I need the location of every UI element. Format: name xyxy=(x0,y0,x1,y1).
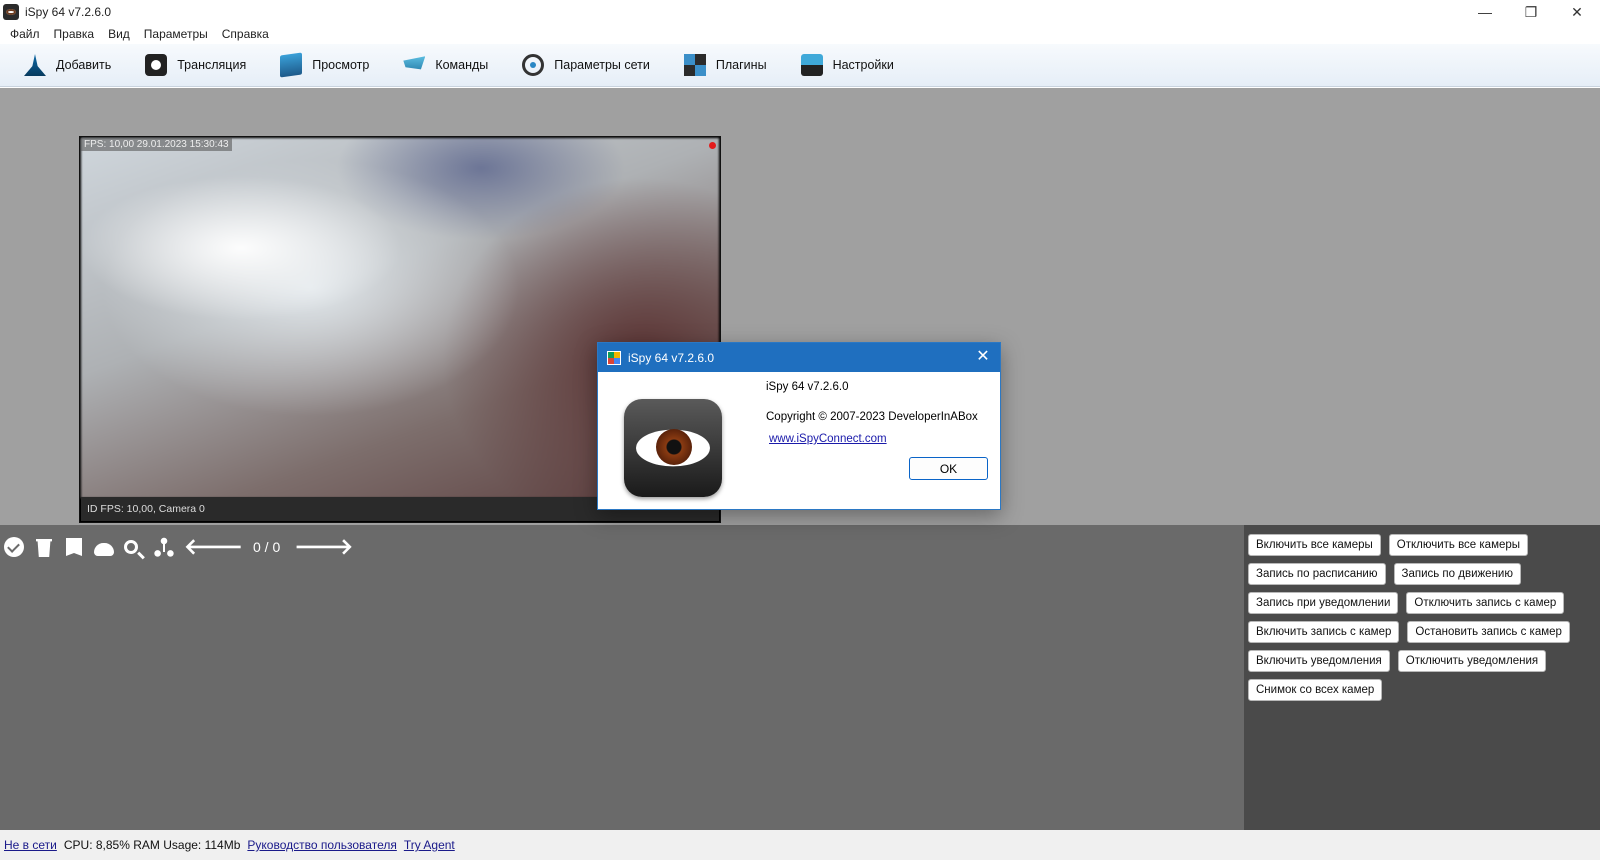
toolbar-add-label: Добавить xyxy=(56,58,112,72)
close-button[interactable]: ✕ xyxy=(1554,0,1600,24)
offline-status-link[interactable]: Не в сети xyxy=(4,838,57,852)
disable-recording-button[interactable]: Отключить запись с камер xyxy=(1406,592,1565,614)
actions-row: Включить все камеры Отключить все камеры xyxy=(1248,534,1536,556)
toolbar-settings-label: Настройки xyxy=(832,58,894,72)
toolbar-broadcast-label: Трансляция xyxy=(177,58,247,72)
actions-row: Снимок со всех камер xyxy=(1248,679,1390,701)
dialog-close-button[interactable]: ✕ xyxy=(974,348,992,366)
disable-alerts-button[interactable]: Отключить уведомления xyxy=(1397,650,1547,672)
dialog-copyright: Copyright © 2007-2023 DeveloperInABox xyxy=(766,411,978,423)
title-bar: iSpy 64 v7.2.6.0 — ❐ ✕ xyxy=(0,0,1600,24)
toolbar-network-button[interactable]: Параметры сети xyxy=(522,54,650,76)
motion-recording-button[interactable]: Запись по движению xyxy=(1393,563,1521,585)
snapshot-all-button[interactable]: Снимок со всех камер xyxy=(1248,679,1383,701)
camera-actions-panel: Включить все камеры Отключить все камеры… xyxy=(1244,525,1600,830)
add-icon xyxy=(24,54,46,76)
window-controls: — ❐ ✕ xyxy=(1462,0,1600,24)
toolbar-view-button[interactable]: Просмотр xyxy=(280,52,370,78)
menu-bar: Файл Правка Вид Параметры Справка xyxy=(0,24,1600,44)
previous-arrow-icon[interactable]: 🡐 xyxy=(184,536,243,558)
commands-icon xyxy=(403,56,426,70)
page-counter: 0 / 0 xyxy=(253,539,281,555)
schedule-recording-button[interactable]: Запись по расписанию xyxy=(1248,563,1386,585)
toolbar-commands-button[interactable]: Команды xyxy=(403,54,488,76)
actions-row: Запись по расписанию Запись по движению xyxy=(1248,563,1529,585)
alert-recording-button[interactable]: Запись при уведомлении xyxy=(1248,592,1399,614)
disable-all-cameras-button[interactable]: Отключить все камеры xyxy=(1388,534,1529,556)
media-panel: 🡐 0 / 0 🡒 Включить все камеры Отключить … xyxy=(0,525,1600,830)
media-toolbar: 🡐 0 / 0 🡒 xyxy=(4,535,363,559)
bookmark-icon[interactable] xyxy=(66,538,82,556)
next-arrow-icon[interactable]: 🡒 xyxy=(294,536,353,558)
menu-help[interactable]: Справка xyxy=(215,27,276,41)
share-tree-icon[interactable] xyxy=(154,537,174,557)
menu-view[interactable]: Вид xyxy=(101,27,137,41)
restore-button[interactable]: ❐ xyxy=(1508,0,1554,24)
toolbar-settings-button[interactable]: Настройки xyxy=(800,54,894,76)
menu-file[interactable]: Файл xyxy=(3,27,47,41)
toolbar-commands-label: Команды xyxy=(435,58,489,72)
about-dialog: iSpy 64 v7.2.6.0 ✕ iSpy 64 v7.2.6.0 Copy… xyxy=(597,342,1001,510)
dialog-title: iSpy 64 v7.2.6.0 xyxy=(628,350,715,365)
camera-fps-timestamp: FPS: 10,00 29.01.2023 15:30:43 xyxy=(81,138,232,151)
cloud-upload-icon[interactable] xyxy=(94,542,114,556)
delete-icon[interactable] xyxy=(36,539,52,557)
toolbar-plugins-button[interactable]: Плагины xyxy=(683,54,767,76)
ispy-logo-icon xyxy=(624,399,722,497)
toolbar-plugins-label: Плагины xyxy=(715,58,767,72)
plugins-icon xyxy=(683,54,706,76)
minimize-button[interactable]: — xyxy=(1462,0,1508,24)
dialog-ok-button[interactable]: OK xyxy=(909,457,988,480)
stop-recording-button[interactable]: Остановить запись с камер xyxy=(1407,621,1570,643)
toolbar-broadcast-button[interactable]: Трансляция xyxy=(145,54,246,76)
start-recording-button[interactable]: Включить запись с камер xyxy=(1248,621,1400,643)
resource-usage: CPU: 8,85% RAM Usage: 114Mb xyxy=(63,838,241,852)
toolbar-add-button[interactable]: Добавить xyxy=(24,54,111,76)
try-agent-link[interactable]: Try Agent xyxy=(404,838,455,852)
main-toolbar: Добавить Трансляция Просмотр Команды Пар… xyxy=(0,44,1600,87)
dialog-version: iSpy 64 v7.2.6.0 xyxy=(766,381,849,393)
dialog-title-bar: iSpy 64 v7.2.6.0 ✕ xyxy=(598,343,1000,372)
eye-iris xyxy=(656,429,692,465)
actions-row: Запись при уведомлении Отключить запись … xyxy=(1248,592,1572,614)
dialog-website-link[interactable]: www.iSpyConnect.com xyxy=(769,433,887,445)
toolbar-view-label: Просмотр xyxy=(312,58,370,72)
actions-row: Включить запись с камер Остановить запис… xyxy=(1248,621,1578,643)
settings-icon xyxy=(800,54,823,76)
menu-edit[interactable]: Правка xyxy=(47,27,102,41)
broadcast-icon xyxy=(145,54,168,76)
window-title: iSpy 64 v7.2.6.0 xyxy=(25,5,112,19)
toolbar-network-label: Параметры сети xyxy=(554,58,650,72)
recording-indicator-icon xyxy=(709,142,716,149)
select-all-icon[interactable] xyxy=(4,537,24,557)
actions-row: Включить уведомления Отключить уведомлен… xyxy=(1248,650,1554,672)
network-icon xyxy=(522,54,545,76)
view-icon xyxy=(280,52,303,78)
search-icon[interactable] xyxy=(124,540,138,554)
enable-alerts-button[interactable]: Включить уведомления xyxy=(1248,650,1390,672)
dialog-app-icon xyxy=(607,350,621,365)
enable-all-cameras-button[interactable]: Включить все камеры xyxy=(1248,534,1381,556)
menu-parameters[interactable]: Параметры xyxy=(137,27,215,41)
user-manual-link[interactable]: Руководство пользователя xyxy=(247,838,396,852)
status-bar: Не в сети CPU: 8,85% RAM Usage: 114Mb Ру… xyxy=(0,830,1600,860)
ispy-app-icon xyxy=(3,4,19,20)
